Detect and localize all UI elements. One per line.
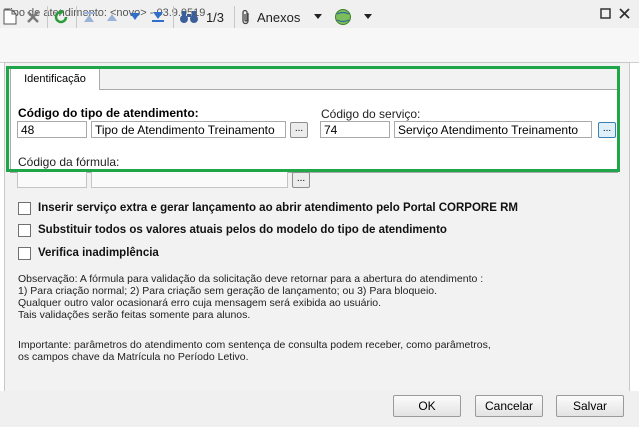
arrow-up-icon [107,14,117,21]
cancel-button[interactable]: Cancelar [475,395,543,417]
inserir-servico-label[interactable]: Inserir serviço extra e gerar lançamento… [38,202,518,214]
checkbox-row-verifica-inadimplencia[interactable]: Verifica inadimplência [18,245,159,261]
paperclip-icon [242,9,249,25]
globe-icon [335,9,351,25]
new-document-icon [3,9,17,25]
chevron-down-icon [364,14,372,19]
codigo-formula-description-field[interactable] [91,171,288,188]
binoculars-icon [180,11,198,23]
codigo-formula-lookup-button[interactable]: ... [292,172,310,188]
codigo-servico-code-field[interactable]: 74 [320,121,390,138]
refresh-button[interactable] [52,6,70,28]
codigo-tipo-label: Código do tipo de atendimento: [18,106,199,120]
button-bar [0,391,639,427]
codigo-tipo-lookup-button[interactable]: ... [290,122,308,138]
verifica-inadimplencia-checkbox[interactable] [18,246,31,260]
checkbox-row-substituir-valores[interactable]: Substituir todos os valores atuais pelos… [18,222,447,238]
toolbar-separator [173,6,174,28]
close-icon[interactable] [617,8,631,22]
previous-record-button[interactable] [104,6,120,28]
arrow-down-icon [130,13,140,20]
chevron-down-icon [314,14,323,19]
toolbar [0,28,639,63]
observacao-note: Observação: A fórmula para validação da … [18,273,483,321]
inserir-servico-checkbox[interactable] [18,201,31,215]
anexos-menu-button[interactable]: Anexos [240,6,328,28]
codigo-tipo-description-field[interactable]: Tipo de Atendimento Treinamento [91,121,286,138]
new-record-button[interactable] [2,6,18,28]
toolbar-separator [234,6,235,28]
next-record-button[interactable] [127,6,143,28]
ok-button[interactable]: OK [393,395,461,417]
note-line: Tais validações serão feitas somente par… [18,309,251,321]
first-record-icon [83,12,95,22]
delete-x-icon [27,11,39,23]
search-button[interactable] [178,6,200,28]
toolbar-separator [76,6,77,28]
verifica-inadimplencia-label[interactable]: Verifica inadimplência [38,247,159,259]
note-line: Observação: A fórmula para validação da … [18,273,484,285]
substituir-valores-checkbox[interactable] [18,223,31,237]
codigo-tipo-code-field[interactable]: 48 [17,121,87,138]
codigo-formula-label: Código da fórmula: [18,155,120,169]
codigo-servico-lookup-button[interactable]: ... [598,122,616,138]
note-line: Qualquer outro valor ocasionará erro cuj… [18,297,382,309]
save-button[interactable]: Salvar [556,395,624,417]
last-record-icon [152,12,164,22]
tab-identificacao[interactable]: Identificação [10,67,100,90]
first-record-button[interactable] [81,6,97,28]
restore-icon[interactable] [598,8,612,22]
note-line: Importante: parâmetros do atendimento co… [18,339,491,351]
importante-note: Importante: parâmetros do atendimento co… [18,339,491,363]
note-line: 1) Para criação normal; 2) Para criação … [18,285,438,297]
codigo-servico-description-field[interactable]: Serviço Atendimento Treinamento [394,121,592,138]
note-line: os campos chave da Matrícula no Período … [18,351,249,363]
globe-menu-button[interactable] [334,6,378,28]
codigo-formula-code-field[interactable] [17,171,87,188]
refresh-icon [54,9,68,24]
substituir-valores-label[interactable]: Substituir todos os valores atuais pelos… [38,224,447,236]
delete-button[interactable] [24,6,42,28]
record-counter: 1/3 [205,9,225,25]
toolbar-separator [47,6,48,28]
checkbox-row-inserir-servico[interactable]: Inserir serviço extra e gerar lançamento… [18,200,518,216]
anexos-label: Anexos [257,9,301,25]
codigo-servico-label: Código do serviço: [321,107,421,121]
last-record-button[interactable] [150,6,166,28]
